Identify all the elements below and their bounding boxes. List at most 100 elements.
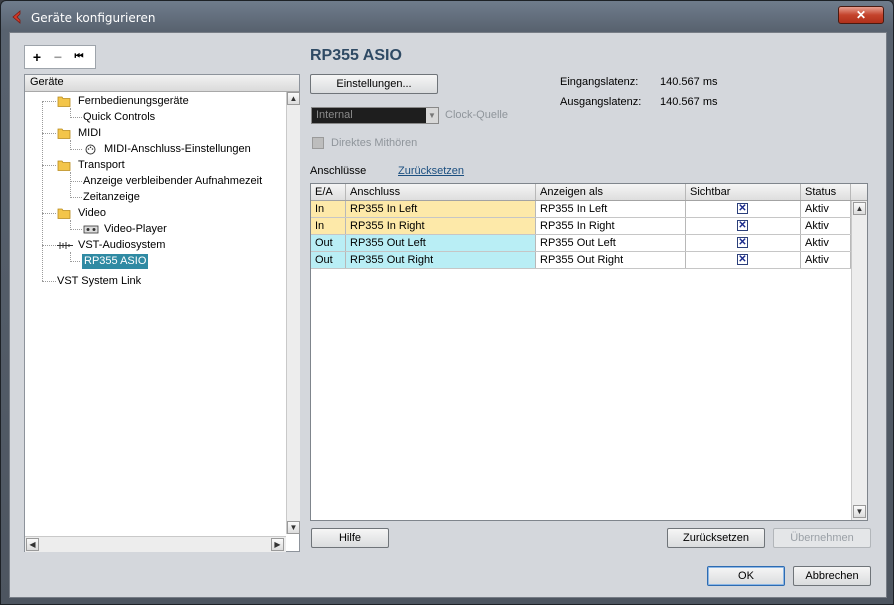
cell-port: RP355 Out Left: [346, 235, 536, 251]
tree-item-label-selected: RP355 ASIO: [82, 254, 149, 269]
ok-button[interactable]: OK: [707, 566, 785, 586]
tree-line: [70, 172, 71, 198]
tree-line: [70, 181, 82, 182]
column-header-port[interactable]: Anschluss: [346, 184, 536, 200]
output-latency-value: 140.567 ms: [660, 96, 718, 108]
column-header-visible[interactable]: Sichtbar: [686, 184, 801, 200]
dialog-window: Geräte konfigurieren ✕ + − ⏮ Geräte Fern…: [0, 0, 894, 605]
tree-item-label: Fernbedienungsgeräte: [78, 95, 189, 107]
tree-line: [70, 117, 82, 118]
visible-checkbox[interactable]: ✕: [737, 237, 748, 248]
tree-line: [70, 261, 80, 262]
tree-line: [42, 101, 56, 102]
tree-line: [42, 133, 56, 134]
reset-device-button[interactable]: ⏮: [69, 47, 89, 67]
cell-display-as[interactable]: RP355 Out Left: [536, 235, 686, 251]
apply-button[interactable]: Übernehmen: [773, 528, 871, 548]
remove-device-button[interactable]: −: [48, 47, 68, 67]
folder-icon: [57, 208, 71, 219]
device-title: RP355 ASIO: [310, 47, 402, 64]
scroll-up-icon[interactable]: ▲: [853, 202, 866, 215]
cell-io: In: [311, 201, 346, 217]
tree-item-label: Zeitanzeige: [83, 191, 140, 203]
direct-monitoring-label: Direktes Mithören: [331, 137, 418, 149]
tree-horizontal-scrollbar[interactable]: ◀ ▶: [25, 536, 286, 552]
tree-line: [42, 101, 43, 281]
input-latency-value: 140.567 ms: [660, 76, 718, 88]
tree-vertical-scrollbar[interactable]: ▲ ▼: [286, 92, 300, 534]
column-header-status[interactable]: Status: [801, 184, 851, 200]
settings-button[interactable]: Einstellungen...: [310, 74, 438, 94]
ports-table: E/A Anschluss Anzeigen als Sichtbar Stat…: [310, 183, 868, 521]
cell-display-as[interactable]: RP355 Out Right: [536, 252, 686, 268]
folder-icon: [57, 128, 71, 139]
scroll-down-icon[interactable]: ▼: [287, 521, 300, 534]
output-latency-label: Ausgangslatenz:: [560, 96, 642, 108]
tree-header: Geräte: [25, 75, 299, 92]
cell-io: In: [311, 218, 346, 234]
app-icon: [12, 10, 21, 24]
folder-icon: [57, 160, 71, 171]
table-row[interactable]: Out RP355 Out Right RP355 Out Right ✕ Ak…: [311, 252, 851, 269]
tree-line: [70, 229, 82, 230]
close-icon: ✕: [855, 8, 867, 22]
tree-item-label: VST-Audiosystem: [78, 239, 166, 251]
direct-monitoring-checkbox[interactable]: [312, 137, 324, 149]
visible-checkbox[interactable]: ✕: [737, 203, 748, 214]
tree-item-label: MIDI: [78, 127, 102, 139]
table-row[interactable]: In RP355 In Left RP355 In Left ✕ Aktiv: [311, 201, 851, 218]
window-title: Geräte konfigurieren: [31, 11, 156, 25]
reset-ports-link[interactable]: Zurücksetzen: [398, 165, 464, 177]
table-row[interactable]: Out RP355 Out Left RP355 Out Left ✕ Akti…: [311, 235, 851, 252]
table-row[interactable]: In RP355 In Right RP355 In Right ✕ Aktiv: [311, 218, 851, 235]
clock-source-label: Clock-Quelle: [445, 109, 508, 121]
cell-status: Aktiv: [801, 252, 851, 268]
tree-header-label: Geräte: [30, 76, 64, 88]
cancel-button[interactable]: Abbrechen: [793, 566, 871, 586]
title-bar[interactable]: Geräte konfigurieren ✕: [1, 1, 893, 33]
chevron-down-icon[interactable]: ▼: [426, 108, 438, 123]
visible-checkbox[interactable]: ✕: [737, 220, 748, 231]
table-vertical-scrollbar[interactable]: ▲ ▼: [851, 201, 867, 520]
visible-checkbox[interactable]: ✕: [737, 254, 748, 265]
column-header-io[interactable]: E/A: [311, 184, 346, 200]
close-button[interactable]: ✕: [838, 6, 884, 24]
cell-port: RP355 In Left: [346, 201, 536, 217]
reset-button[interactable]: Zurücksetzen: [667, 528, 765, 548]
scroll-right-icon[interactable]: ▶: [271, 538, 284, 551]
tree-item-label: MIDI-Anschluss-Einstellungen: [104, 143, 251, 155]
video-player-icon: [83, 225, 99, 234]
cell-io: Out: [311, 235, 346, 251]
ports-label: Anschlüsse: [310, 165, 367, 177]
cell-status: Aktiv: [801, 235, 851, 251]
tree-line: [70, 149, 82, 150]
table-header: E/A Anschluss Anzeigen als Sichtbar Stat…: [311, 184, 867, 201]
tree-item-label: VST System Link: [57, 275, 142, 287]
help-button[interactable]: Hilfe: [311, 528, 389, 548]
scroll-down-icon[interactable]: ▼: [853, 505, 866, 518]
column-header-display-as[interactable]: Anzeigen als: [536, 184, 686, 200]
scroll-up-icon[interactable]: ▲: [287, 92, 300, 105]
cell-status: Aktiv: [801, 201, 851, 217]
tree-item-label: Video-Player: [104, 223, 167, 235]
folder-icon: [57, 96, 71, 107]
tree-item-label: Transport: [78, 159, 125, 171]
add-device-button[interactable]: +: [27, 47, 47, 67]
cell-io: Out: [311, 252, 346, 268]
tree-line: [42, 245, 56, 246]
input-latency-label: Eingangslatenz:: [560, 76, 639, 88]
cell-status: Aktiv: [801, 218, 851, 234]
cell-port: RP355 In Right: [346, 218, 536, 234]
cell-port: RP355 Out Right: [346, 252, 536, 268]
tree-line: [42, 165, 56, 166]
clock-source-value: Internal: [316, 109, 353, 121]
clock-source-dropdown[interactable]: Internal ▼: [311, 107, 439, 124]
midi-port-icon: [85, 144, 96, 155]
cell-display-as[interactable]: RP355 In Right: [536, 218, 686, 234]
cell-display-as[interactable]: RP355 In Left: [536, 201, 686, 217]
scroll-left-icon[interactable]: ◀: [26, 538, 39, 551]
cell-visible: ✕: [686, 235, 801, 251]
device-tree: Geräte Fernbedienungsgeräte Quick Contro…: [24, 74, 300, 552]
cell-visible: ✕: [686, 218, 801, 234]
cell-visible: ✕: [686, 201, 801, 217]
